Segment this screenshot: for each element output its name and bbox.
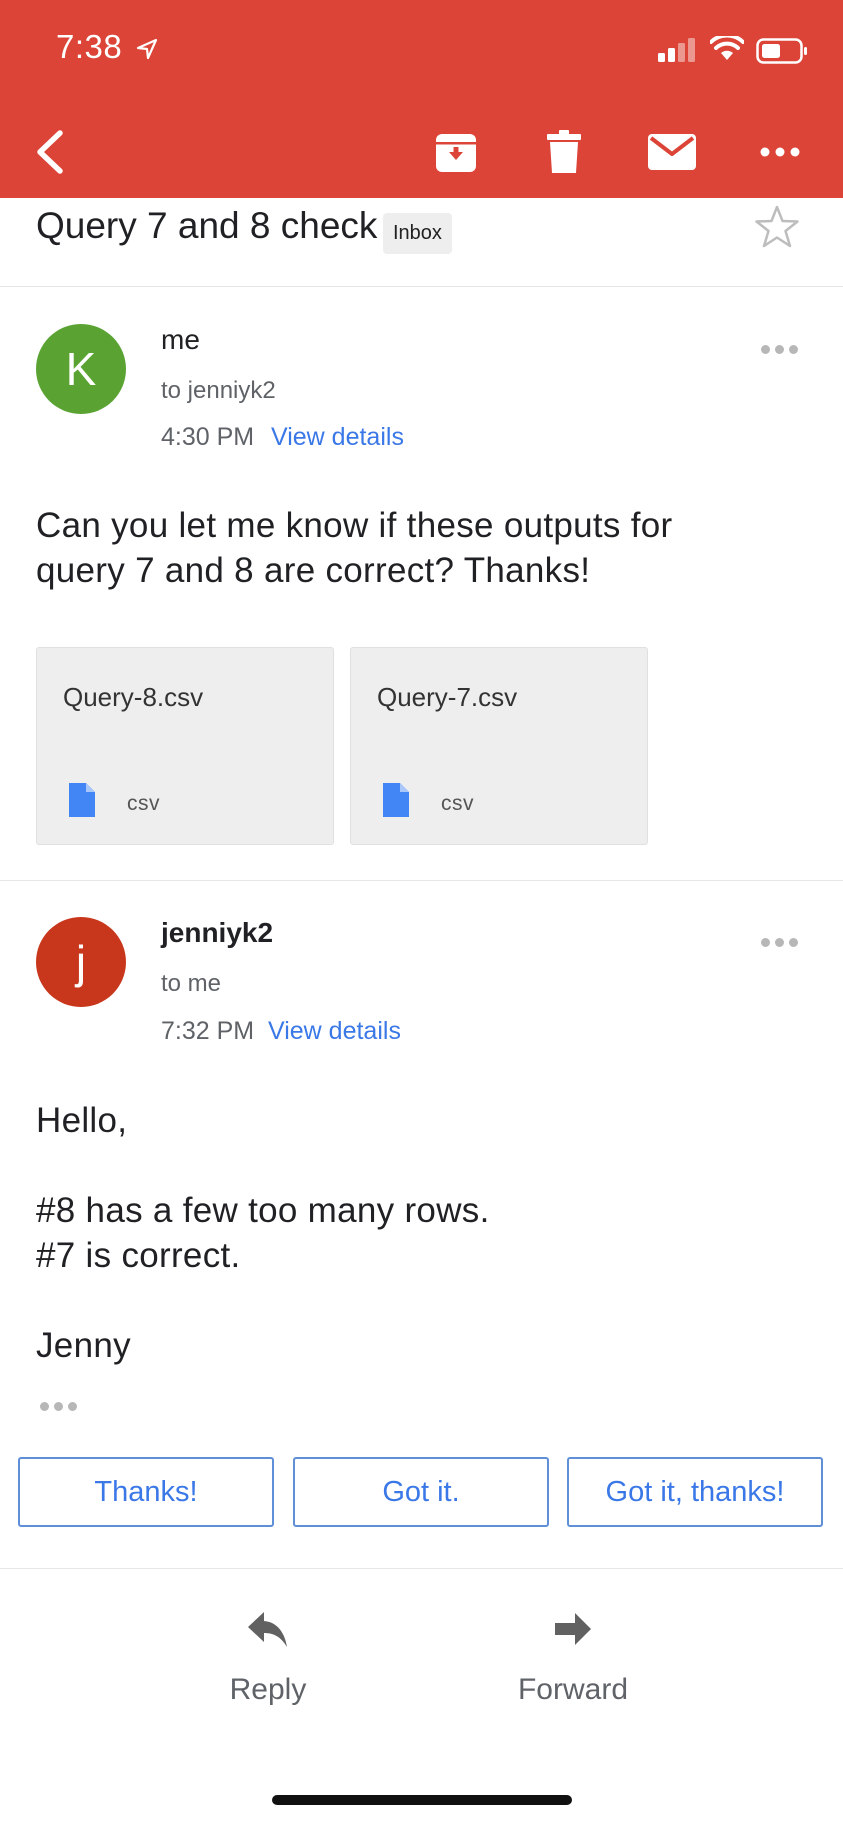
app-header <box>0 0 843 198</box>
wifi-icon <box>710 36 744 60</box>
more-icon <box>760 147 800 157</box>
reply-label: Reply <box>229 1673 307 1706</box>
sender-name: jenniyk2 <box>161 917 274 948</box>
location-arrow-icon <box>136 38 158 60</box>
delete-button[interactable] <box>534 122 594 182</box>
thread-subject: Query 7 and 8 check <box>36 205 378 246</box>
forward-label: Forward <box>517 1673 629 1706</box>
forward-icon <box>555 1613 591 1645</box>
cellular-signal-icon <box>658 38 695 62</box>
recipient-line[interactable]: to me <box>161 970 221 998</box>
message-time: 7:32 PM <box>161 1017 255 1045</box>
battery-icon <box>756 38 807 64</box>
smart-reply-button[interactable]: Got it. <box>293 1457 549 1527</box>
divider <box>0 880 843 881</box>
attachment-type: csv <box>127 792 160 815</box>
archive-icon <box>436 134 476 172</box>
divider <box>0 1568 843 1569</box>
body-line: query 7 and 8 are correct? Thanks! <box>36 551 591 590</box>
message-body: Can you let me know if these outputs for… <box>36 503 673 593</box>
sender-name: me <box>161 324 200 355</box>
reply-icon <box>248 1612 287 1647</box>
attachment-name: Query-8.csv <box>63 682 204 712</box>
view-details-link[interactable]: View details <box>268 1017 401 1046</box>
message-more-icon[interactable] <box>761 345 798 354</box>
divider <box>0 286 843 287</box>
attachment-name: Query-7.csv <box>377 682 518 712</box>
back-button[interactable] <box>20 122 80 182</box>
attachment-card[interactable]: Query-7.csv csv <box>350 647 648 845</box>
body-line: Can you let me know if these outputs for <box>36 506 673 545</box>
home-indicator[interactable] <box>272 1795 572 1805</box>
recipient-line[interactable]: to jenniyk2 <box>161 377 276 405</box>
show-trimmed-content-icon[interactable] <box>40 1402 77 1411</box>
message-time: 4:30 PM <box>161 423 255 451</box>
back-arrow-icon <box>37 130 63 174</box>
file-icon <box>383 783 409 817</box>
body-line: #7 is correct. <box>36 1236 241 1275</box>
message-more-icon[interactable] <box>761 938 798 947</box>
attachment-card[interactable]: Query-8.csv csv <box>36 647 334 845</box>
archive-button[interactable] <box>426 122 486 182</box>
reply-button[interactable]: Reply <box>168 1610 368 1707</box>
smart-reply-button[interactable]: Got it, thanks! <box>567 1457 823 1527</box>
status-time: 7:38 <box>56 28 123 65</box>
message-body: #8 has a few too many rows. #7 is correc… <box>36 1188 490 1278</box>
forward-button[interactable]: Forward <box>473 1610 673 1707</box>
mark-unread-button[interactable] <box>642 122 702 182</box>
attachment-type: csv <box>441 792 474 815</box>
avatar: K <box>36 324 126 414</box>
star-icon[interactable] <box>754 205 800 249</box>
view-details-link[interactable]: View details <box>271 423 404 452</box>
mail-icon <box>648 134 696 170</box>
file-icon <box>69 783 95 817</box>
message-signature: Jenny <box>36 1326 131 1365</box>
trash-icon <box>547 130 581 173</box>
smart-reply-button[interactable]: Thanks! <box>18 1457 274 1527</box>
message-body-greeting: Hello, <box>36 1101 128 1140</box>
avatar: j <box>36 917 126 1007</box>
inbox-label-badge[interactable]: Inbox <box>383 213 452 254</box>
more-options-button[interactable] <box>750 122 810 182</box>
body-line: #8 has a few too many rows. <box>36 1191 490 1230</box>
